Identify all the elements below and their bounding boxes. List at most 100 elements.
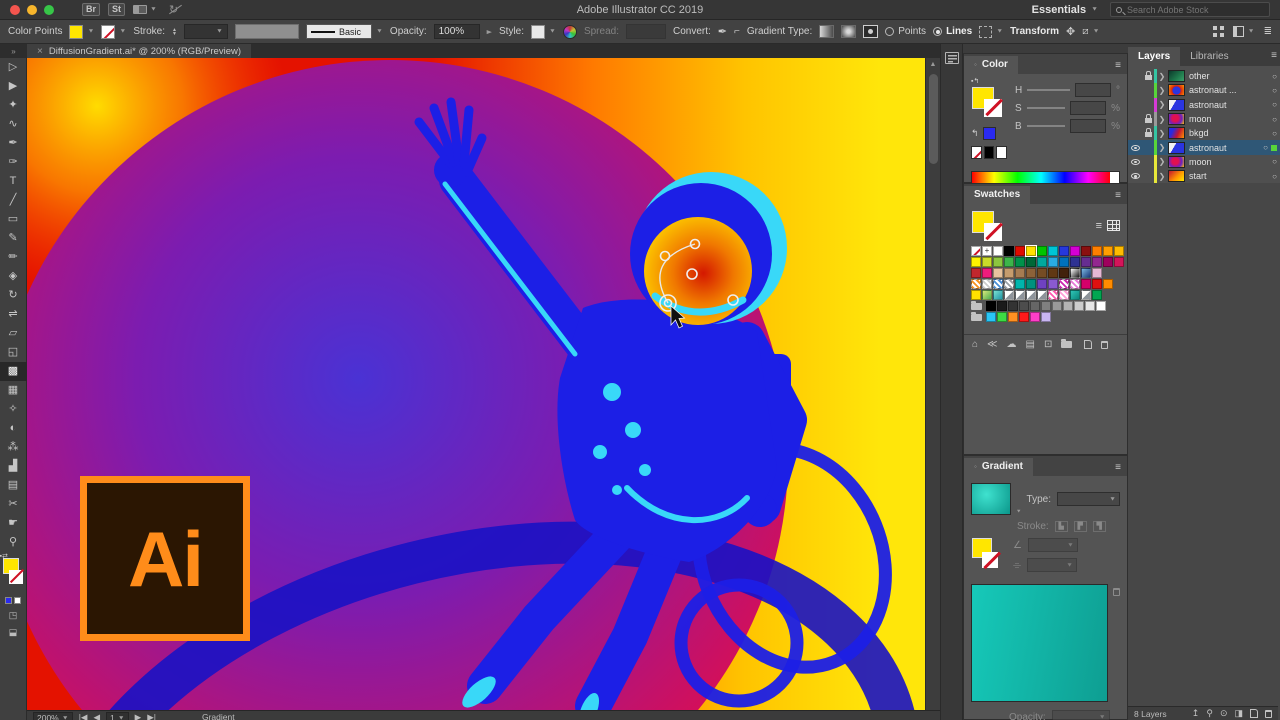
search-adobe-stock-input[interactable] xyxy=(1110,2,1270,17)
swatch[interactable] xyxy=(971,268,981,278)
search-layers-icon[interactable]: ⚲ xyxy=(1206,708,1213,719)
swatch[interactable] xyxy=(1037,246,1047,256)
sync-disabled-icon[interactable]: ↻ xyxy=(169,3,178,16)
zoom-level-dropdown[interactable]: 200%▼ xyxy=(33,712,73,720)
swatch-themes-icon[interactable]: ≪ xyxy=(987,339,997,350)
layer-thumbnail[interactable] xyxy=(1168,170,1185,182)
lasso-tool[interactable]: ∿ xyxy=(0,115,27,134)
layer-row[interactable]: ❯astronaut○ xyxy=(1128,140,1280,154)
scroll-up-arrow[interactable]: ▲ xyxy=(926,58,940,72)
swatch[interactable] xyxy=(997,301,1007,311)
pen-tool[interactable]: ✒ xyxy=(0,134,27,153)
layer-row[interactable]: ❯bkgd○ xyxy=(1128,126,1280,140)
swatches-stroke-none-swatch[interactable] xyxy=(984,223,1002,241)
swatch[interactable] xyxy=(1004,257,1014,267)
expand-layer-icon[interactable]: ❯ xyxy=(1157,143,1167,152)
brightness-field[interactable] xyxy=(1070,119,1106,133)
black-chip[interactable] xyxy=(984,146,995,159)
swatch[interactable] xyxy=(1092,246,1102,256)
swatch[interactable] xyxy=(1004,268,1014,278)
bridge-button[interactable]: Br xyxy=(82,3,100,16)
swatch[interactable] xyxy=(986,312,996,322)
swatch[interactable] xyxy=(993,257,1003,267)
swap-fill-stroke-icon[interactable]: ▪↰ xyxy=(971,77,979,85)
layer-name[interactable]: moon xyxy=(1189,114,1272,124)
fill-color-dropdown[interactable]: ▼ xyxy=(69,25,94,39)
shaper-tool[interactable]: ✏ xyxy=(0,248,27,267)
swatch[interactable] xyxy=(1030,301,1040,311)
target-circle-icon[interactable]: ○ xyxy=(1272,115,1277,124)
layer-thumbnail[interactable] xyxy=(1168,156,1185,168)
layer-name[interactable]: other xyxy=(1189,71,1272,81)
gradient-preview-large[interactable] xyxy=(971,584,1108,702)
freeform-gradient-icon[interactable] xyxy=(863,25,878,38)
stroke-color-dropdown[interactable]: ▼ xyxy=(101,25,126,39)
target-circle-icon[interactable]: ○ xyxy=(1272,157,1277,166)
convert-to-corner-icon[interactable]: ✒ xyxy=(718,25,727,38)
visibility-toggle[interactable] xyxy=(1128,145,1142,151)
layer-name[interactable]: moon xyxy=(1189,157,1272,167)
new-color-group-icon[interactable] xyxy=(1061,341,1072,348)
stroke-none-swatch[interactable] xyxy=(101,25,115,39)
gradient-type-dropdown[interactable]: ▼ xyxy=(1057,492,1120,506)
spread-field[interactable] xyxy=(626,24,666,39)
mesh-tool[interactable]: ▦ xyxy=(0,381,27,400)
opacity-expand-icon[interactable]: ▶ xyxy=(487,28,492,34)
color-group-folder-icon[interactable] xyxy=(971,303,982,310)
swatch[interactable] xyxy=(982,279,992,289)
new-swatch-icon[interactable] xyxy=(1084,340,1092,349)
swatch[interactable] xyxy=(1030,312,1040,322)
free-transform-tool[interactable]: ▱ xyxy=(0,324,27,343)
saturation-field[interactable] xyxy=(1070,101,1106,115)
expand-layer-icon[interactable]: ❯ xyxy=(1157,157,1167,166)
transform-link[interactable]: Transform xyxy=(1010,26,1059,37)
swatch[interactable] xyxy=(982,268,992,278)
swatch[interactable] xyxy=(1015,279,1025,289)
swatch[interactable] xyxy=(1092,279,1102,289)
swatch[interactable] xyxy=(1059,257,1069,267)
invert-icon[interactable]: ↰ xyxy=(971,128,979,139)
swatch[interactable] xyxy=(1096,301,1106,311)
prev-artboard-button[interactable]: ◀ xyxy=(93,712,100,720)
libraries-sync-icon[interactable]: ☁ xyxy=(1007,339,1017,350)
line-segment-tool[interactable]: ╱ xyxy=(0,191,27,210)
layer-name[interactable]: bkgd xyxy=(1189,128,1272,138)
color-panel-tab[interactable]: ◦Color xyxy=(964,56,1018,74)
expand-layer-icon[interactable]: ❯ xyxy=(1157,129,1167,138)
stock-button[interactable]: St xyxy=(108,3,125,16)
swatch[interactable] xyxy=(1070,279,1080,289)
swatch[interactable] xyxy=(971,246,981,256)
visibility-toggle[interactable] xyxy=(1128,159,1142,165)
layout-switcher-button[interactable]: ▼ xyxy=(133,5,157,14)
swatch[interactable] xyxy=(1008,312,1018,322)
swatch[interactable] xyxy=(1037,257,1047,267)
gradient-opacity-dropdown[interactable]: ▼ xyxy=(1052,710,1110,720)
variable-width-dropdown[interactable] xyxy=(235,24,299,39)
curvature-tool[interactable]: ✑ xyxy=(0,153,27,172)
target-circle-icon[interactable]: ○ xyxy=(1272,172,1277,181)
document-grid-icon[interactable] xyxy=(1213,26,1224,37)
swatch[interactable] xyxy=(1026,268,1036,278)
stroke-across-icon[interactable]: ▜ xyxy=(1093,521,1106,532)
blend-tool[interactable]: ◐ xyxy=(0,419,27,438)
expand-layer-icon[interactable]: ❯ xyxy=(1157,100,1167,109)
panel-menu-icon[interactable]: ≡ xyxy=(1271,50,1277,61)
expand-layer-icon[interactable]: ❯ xyxy=(1157,172,1167,181)
swatch[interactable] xyxy=(1026,246,1036,256)
swatch[interactable] xyxy=(1048,257,1058,267)
visibility-toggle[interactable] xyxy=(1128,173,1142,179)
select-similar-dropdown[interactable]: ▼ xyxy=(979,26,1003,38)
align-icon[interactable]: ✥ xyxy=(1066,25,1075,38)
magic-wand-tool[interactable]: ✦ xyxy=(0,96,27,115)
width-tool[interactable]: ⇌ xyxy=(0,305,27,324)
swatch[interactable] xyxy=(993,290,1003,300)
layer-row[interactable]: ❯ moon○ xyxy=(1128,155,1280,169)
swatch[interactable] xyxy=(982,290,992,300)
vertical-scrollbar[interactable]: ▲ xyxy=(925,58,940,710)
scrollbar-thumb[interactable] xyxy=(929,74,938,164)
swatches-panel-tab[interactable]: Swatches xyxy=(964,186,1030,204)
toolbar-stroke-none-swatch[interactable] xyxy=(9,570,23,584)
swatch-options-icon[interactable]: ⊡ xyxy=(1044,339,1052,350)
swatch[interactable] xyxy=(1059,290,1069,300)
brightness-slider[interactable] xyxy=(1027,125,1065,127)
